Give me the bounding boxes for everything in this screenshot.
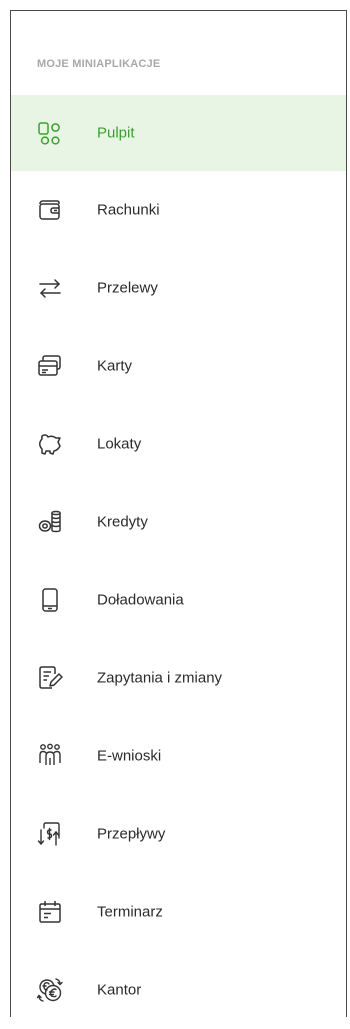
menu-item-label: Przelewy bbox=[97, 279, 158, 297]
menu-item-zapytania-i-zmiany[interactable]: Zapytania i zmiany bbox=[11, 639, 346, 717]
menu-item-label: Zapytania i zmiany bbox=[97, 669, 223, 687]
wallet-icon bbox=[37, 197, 63, 223]
menu-item-terminarz[interactable]: Terminarz bbox=[11, 873, 346, 951]
mini-apps-panel: MOJE MINIAPLIKACJE Pulpit Rachunki Przel… bbox=[10, 10, 347, 1017]
cash-flow-icon bbox=[37, 821, 63, 847]
menu-item-przelewy[interactable]: Przelewy bbox=[11, 249, 346, 327]
menu-item-przeplywy[interactable]: Przepływy bbox=[11, 795, 346, 873]
menu-item-e-wnioski[interactable]: E-wnioski bbox=[11, 717, 346, 795]
edit-document-icon bbox=[37, 665, 63, 691]
card-icon bbox=[37, 353, 63, 379]
coins-icon bbox=[37, 509, 63, 535]
menu-item-label: Karty bbox=[97, 357, 133, 375]
menu-item-label: Doładowania bbox=[97, 591, 184, 609]
piggy-bank-icon bbox=[37, 431, 63, 457]
menu-item-doladowania[interactable]: Doładowania bbox=[11, 561, 346, 639]
calendar-icon bbox=[37, 899, 63, 925]
menu-item-kantor[interactable]: Kantor bbox=[11, 951, 346, 1029]
menu-item-label: Przepływy bbox=[97, 825, 166, 843]
menu-item-label: Rachunki bbox=[97, 201, 160, 219]
menu-item-pulpit[interactable]: Pulpit bbox=[11, 95, 346, 171]
menu-item-rachunki[interactable]: Rachunki bbox=[11, 171, 346, 249]
menu-item-kredyty[interactable]: Kredyty bbox=[11, 483, 346, 561]
dashboard-icon bbox=[37, 120, 63, 146]
transfer-arrows-icon bbox=[37, 275, 63, 301]
menu-item-label: Terminarz bbox=[97, 903, 163, 921]
menu-item-label: E-wnioski bbox=[97, 747, 162, 765]
section-title: MOJE MINIAPLIKACJE bbox=[37, 58, 161, 70]
menu-item-label: Pulpit bbox=[97, 124, 135, 142]
menu-item-karty[interactable]: Karty bbox=[11, 327, 346, 405]
menu-item-label: Lokaty bbox=[97, 435, 142, 453]
phone-icon bbox=[37, 587, 63, 613]
people-icon bbox=[37, 743, 63, 769]
menu-item-label: Kantor bbox=[97, 981, 142, 999]
menu-item-lokaty[interactable]: Lokaty bbox=[11, 405, 346, 483]
mini-apps-menu: Pulpit Rachunki Przelewy Karty Lokaty Kr… bbox=[11, 95, 346, 1029]
menu-item-label: Kredyty bbox=[97, 513, 148, 531]
currency-exchange-icon bbox=[37, 977, 63, 1003]
